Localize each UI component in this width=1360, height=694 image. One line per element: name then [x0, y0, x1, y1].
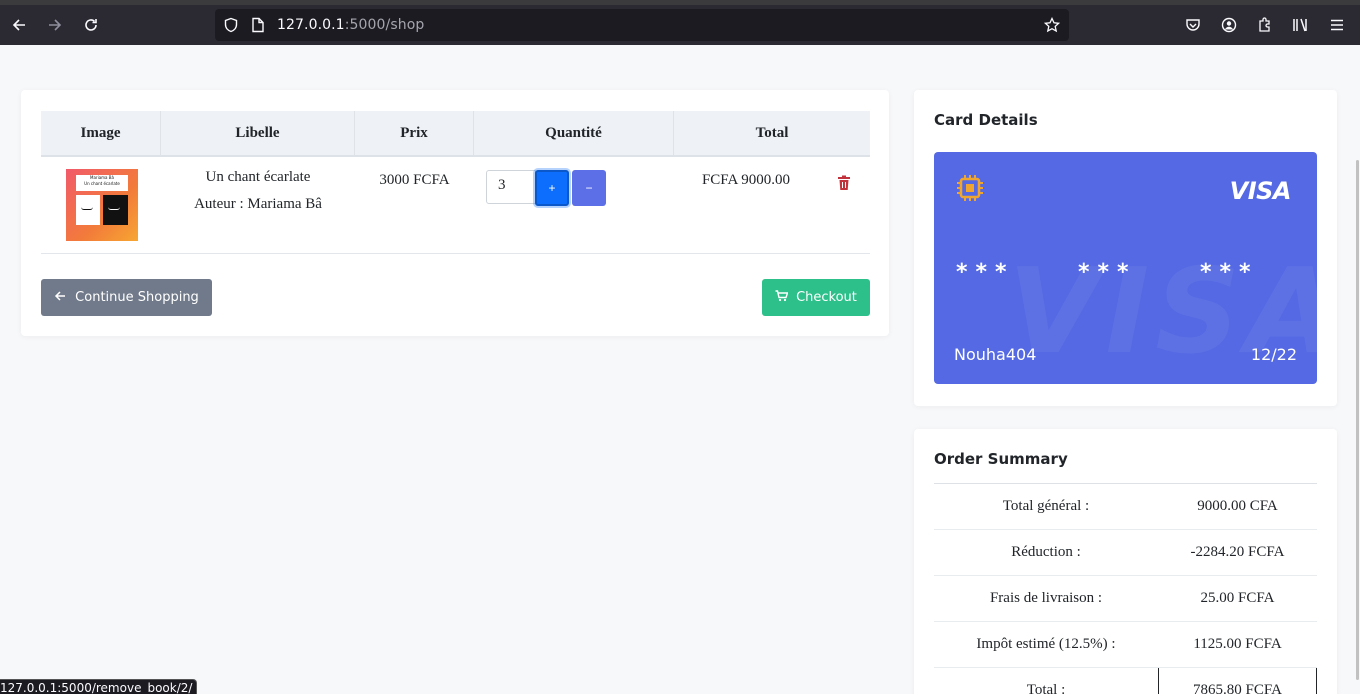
summary-row-delivery: Frais de livraison : 25.00 FCFA: [934, 576, 1317, 622]
link-status-tooltip: 127.0.0.1:5000/remove_book/2/: [0, 679, 198, 694]
header-prix: Prix: [355, 111, 474, 155]
account-icon[interactable]: [1214, 10, 1244, 40]
summary-row-tax: Impôt estimé (12.5%) : 1125.00 FCFA: [934, 622, 1317, 668]
decrease-quantity-button[interactable]: −: [572, 170, 606, 206]
book-cover-image[interactable]: Mariama Bâ Un chant écarlate: [66, 169, 138, 241]
card-details-title: Card Details: [934, 111, 1038, 129]
shield-icon[interactable]: [222, 16, 240, 34]
continue-shopping-button[interactable]: Continue Shopping: [41, 279, 212, 316]
summary-label: Impôt estimé (12.5%) :: [976, 636, 1116, 652]
header-libelle: Libelle: [161, 111, 355, 155]
order-summary-panel: Order Summary Total général : 9000.00 CF…: [914, 429, 1337, 694]
forward-arrow-icon[interactable]: [40, 10, 70, 40]
summary-row-reduction: Réduction : -2284.20 FCFA: [934, 530, 1317, 576]
summary-value: 9000.00 CFA: [1197, 498, 1278, 514]
url-bar[interactable]: 127.0.0.1:5000/shop: [215, 9, 1069, 41]
header-image: Image: [41, 111, 161, 155]
url-host: 127.0.0.1: [277, 17, 345, 33]
menu-hamburger-icon[interactable]: [1322, 10, 1352, 40]
extensions-icon[interactable]: [1250, 10, 1280, 40]
checkout-button[interactable]: Checkout: [762, 279, 870, 316]
card-number-group-1: ***: [956, 260, 1015, 285]
cart-table: Image Libelle Prix Quantité Total Mariam…: [41, 111, 870, 254]
book-cover-subtitle: Un chant écarlate: [84, 181, 120, 186]
arrow-left-icon: [54, 290, 66, 306]
card-details-panel: Card Details VISA VISA *** *** *** Nouha…: [914, 90, 1337, 406]
continue-shopping-label: Continue Shopping: [75, 290, 199, 305]
pocket-icon[interactable]: [1178, 10, 1208, 40]
summary-value: 7865.80 FCFA: [1158, 668, 1317, 694]
visa-card: VISA VISA *** *** *** Nouha404 12/22: [934, 152, 1317, 384]
visa-logo: VISA: [1229, 177, 1292, 205]
summary-row-total-general: Total général : 9000.00 CFA: [934, 484, 1317, 530]
page-scrollbar[interactable]: [1356, 160, 1359, 680]
card-expiry: 12/22: [1250, 345, 1297, 364]
card-chip-icon: [956, 174, 984, 202]
book-cover-panel-white: [76, 195, 100, 225]
book-cover-eye-right: [108, 207, 120, 210]
url-path: :5000/shop: [344, 17, 425, 33]
book-author: Auteur : Mariama Bâ: [194, 196, 322, 212]
summary-value: -2284.20 FCFA: [1190, 544, 1285, 560]
line-total: FCFA 9000.00: [701, 172, 791, 188]
header-quantite: Quantité: [474, 111, 674, 155]
header-total: Total: [755, 124, 789, 141]
reload-icon[interactable]: [76, 10, 106, 40]
checkout-label: Checkout: [796, 290, 857, 305]
shopping-cart-icon: [775, 289, 789, 306]
bookmark-star-icon[interactable]: [1043, 16, 1061, 34]
book-cover-panel-black: [103, 195, 128, 225]
summary-value: 1125.00 FCFA: [1193, 636, 1282, 652]
quantity-input[interactable]: 3: [486, 170, 536, 204]
browser-toolbar: 127.0.0.1:5000/shop: [0, 5, 1360, 45]
url-text[interactable]: 127.0.0.1:5000/shop: [277, 17, 424, 33]
summary-value: 25.00 FCFA: [1200, 590, 1275, 606]
summary-label: Réduction :: [1011, 544, 1081, 560]
cart-table-header: Image Libelle Prix Quantité Total: [41, 111, 870, 157]
trash-icon[interactable]: [837, 175, 851, 191]
card-number-group-2: ***: [1078, 260, 1137, 285]
card-holder-name: Nouha404: [954, 345, 1037, 364]
back-arrow-icon[interactable]: [4, 10, 34, 40]
book-cover-title-box: Mariama Bâ Un chant écarlate: [76, 175, 128, 191]
library-icon[interactable]: [1286, 10, 1316, 40]
book-price: 3000 FCFA: [379, 172, 450, 188]
book-title: Un chant écarlate: [205, 169, 311, 185]
increase-quantity-button[interactable]: +: [535, 170, 569, 206]
book-cover-eye-left: [81, 207, 93, 210]
summary-label: Frais de livraison :: [989, 590, 1103, 606]
summary-label: Total général :: [1002, 498, 1090, 514]
summary-label: Total :: [1026, 682, 1066, 694]
cart-panel: Image Libelle Prix Quantité Total Mariam…: [21, 90, 889, 336]
summary-row-total: Total : 7865.80 FCFA: [934, 668, 1317, 694]
order-summary-title: Order Summary: [934, 450, 1068, 468]
order-summary-table: Total général : 9000.00 CFA Réduction : …: [934, 483, 1317, 694]
page-icon[interactable]: [249, 16, 267, 34]
cart-row: Mariama Bâ Un chant écarlate Un chant éc…: [41, 157, 870, 254]
card-number-group-3: ***: [1200, 260, 1259, 285]
